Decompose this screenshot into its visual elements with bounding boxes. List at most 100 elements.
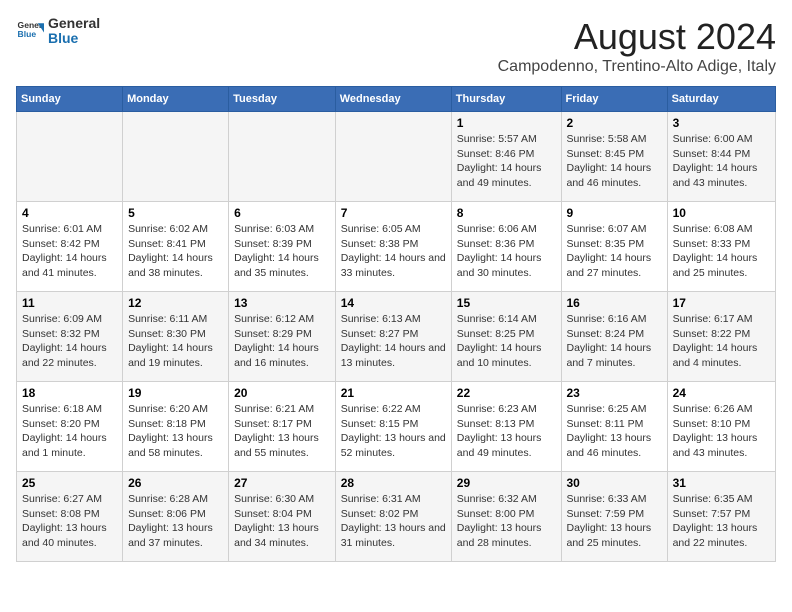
calendar-cell: 27 Sunrise: 6:30 AMSunset: 8:04 PMDayligh… <box>229 472 336 562</box>
logo: General Blue General Blue <box>16 16 100 47</box>
day-info: Sunrise: 6:32 AMSunset: 8:00 PMDaylight:… <box>457 492 556 551</box>
calendar-cell: 1Sunrise: 5:57 AMSunset: 8:46 PMDaylight… <box>451 112 561 202</box>
day-info: Sunrise: 6:12 AMSunset: 8:29 PMDaylight:… <box>234 312 330 371</box>
day-info: Sunrise: 6:08 AMSunset: 8:33 PMDaylight:… <box>673 222 770 281</box>
day-number: 4 <box>22 206 117 220</box>
day-number: 20 <box>234 386 330 400</box>
day-info: Sunrise: 6:02 AMSunset: 8:41 PMDaylight:… <box>128 222 223 281</box>
header-saturday: Saturday <box>667 87 775 112</box>
calendar-header: Sunday Monday Tuesday Wednesday Thursday… <box>17 87 776 112</box>
title-section: August 2024 Campodenno, Trentino-Alto Ad… <box>498 16 776 76</box>
day-number: 21 <box>341 386 446 400</box>
day-info: Sunrise: 6:00 AMSunset: 8:44 PMDaylight:… <box>673 132 770 191</box>
day-number: 9 <box>567 206 662 220</box>
day-info: Sunrise: 6:09 AMSunset: 8:32 PMDaylight:… <box>22 312 117 371</box>
day-number: 18 <box>22 386 117 400</box>
header-tuesday: Tuesday <box>229 87 336 112</box>
day-info: Sunrise: 6:13 AMSunset: 8:27 PMDaylight:… <box>341 312 446 371</box>
calendar-body: 1Sunrise: 5:57 AMSunset: 8:46 PMDaylight… <box>17 112 776 562</box>
logo-blue: Blue <box>48 31 100 46</box>
day-info: Sunrise: 6:28 AMSunset: 8:06 PMDaylight:… <box>128 492 223 551</box>
logo-text: General Blue <box>48 16 100 47</box>
day-info: Sunrise: 5:57 AMSunset: 8:46 PMDaylight:… <box>457 132 556 191</box>
header-thursday: Thursday <box>451 87 561 112</box>
day-info: Sunrise: 6:17 AMSunset: 8:22 PMDaylight:… <box>673 312 770 371</box>
calendar-cell: 10 Sunrise: 6:08 AMSunset: 8:33 PMDayligh… <box>667 202 775 292</box>
day-info: Sunrise: 6:30 AMSunset: 8:04 PMDaylight:… <box>234 492 330 551</box>
week-row-3: 11Sunrise: 6:09 AMSunset: 8:32 PMDayligh… <box>17 292 776 382</box>
day-info: Sunrise: 6:06 AMSunset: 8:36 PMDaylight:… <box>457 222 556 281</box>
calendar-cell: 24 Sunrise: 6:26 AMSunset: 8:10 PMDayligh… <box>667 382 775 472</box>
calendar-cell: 5 Sunrise: 6:02 AMSunset: 8:41 PMDaylight… <box>123 202 229 292</box>
calendar-cell: 7Sunrise: 6:05 AMSunset: 8:38 PMDaylight… <box>335 202 451 292</box>
calendar-table: Sunday Monday Tuesday Wednesday Thursday… <box>16 86 776 562</box>
calendar-cell: 9Sunrise: 6:07 AMSunset: 8:35 PMDaylight… <box>561 202 667 292</box>
calendar-cell <box>229 112 336 202</box>
day-number: 29 <box>457 476 556 490</box>
svg-text:Blue: Blue <box>18 30 37 40</box>
day-info: Sunrise: 6:35 AMSunset: 7:57 PMDaylight:… <box>673 492 770 551</box>
calendar-cell: 8 Sunrise: 6:06 AMSunset: 8:36 PMDaylight… <box>451 202 561 292</box>
day-info: Sunrise: 6:20 AMSunset: 8:18 PMDaylight:… <box>128 402 223 461</box>
day-number: 10 <box>673 206 770 220</box>
day-number: 30 <box>567 476 662 490</box>
header-monday: Monday <box>123 87 229 112</box>
day-number: 5 <box>128 206 223 220</box>
calendar-cell: 17Sunrise: 6:17 AMSunset: 8:22 PMDayligh… <box>667 292 775 382</box>
day-number: 12 <box>128 296 223 310</box>
day-number: 28 <box>341 476 446 490</box>
calendar-cell: 18 Sunrise: 6:18 AMSunset: 8:20 PMDayligh… <box>17 382 123 472</box>
day-number: 24 <box>673 386 770 400</box>
day-number: 15 <box>457 296 556 310</box>
day-info: Sunrise: 5:58 AMSunset: 8:45 PMDaylight:… <box>567 132 662 191</box>
calendar-cell <box>335 112 451 202</box>
day-number: 26 <box>128 476 223 490</box>
day-info: Sunrise: 6:16 AMSunset: 8:24 PMDaylight:… <box>567 312 662 371</box>
day-info: Sunrise: 6:14 AMSunset: 8:25 PMDaylight:… <box>457 312 556 371</box>
day-number: 8 <box>457 206 556 220</box>
day-number: 2 <box>567 116 662 130</box>
calendar-cell: 2 Sunrise: 5:58 AMSunset: 8:45 PMDaylight… <box>561 112 667 202</box>
day-number: 27 <box>234 476 330 490</box>
day-info: Sunrise: 6:31 AMSunset: 8:02 PMDaylight:… <box>341 492 446 551</box>
header-row: Sunday Monday Tuesday Wednesday Thursday… <box>17 87 776 112</box>
calendar-cell: 23 Sunrise: 6:25 AMSunset: 8:11 PMDayligh… <box>561 382 667 472</box>
day-info: Sunrise: 6:26 AMSunset: 8:10 PMDaylight:… <box>673 402 770 461</box>
calendar-cell: 25 Sunrise: 6:27 AMSunset: 8:08 PMDayligh… <box>17 472 123 562</box>
day-info: Sunrise: 6:27 AMSunset: 8:08 PMDaylight:… <box>22 492 117 551</box>
day-number: 3 <box>673 116 770 130</box>
calendar-cell <box>123 112 229 202</box>
day-info: Sunrise: 6:18 AMSunset: 8:20 PMDaylight:… <box>22 402 117 461</box>
week-row-1: 1Sunrise: 5:57 AMSunset: 8:46 PMDaylight… <box>17 112 776 202</box>
day-number: 16 <box>567 296 662 310</box>
calendar-cell: 12 Sunrise: 6:11 AMSunset: 8:30 PMDayligh… <box>123 292 229 382</box>
day-number: 25 <box>22 476 117 490</box>
day-info: Sunrise: 6:11 AMSunset: 8:30 PMDaylight:… <box>128 312 223 371</box>
day-info: Sunrise: 6:25 AMSunset: 8:11 PMDaylight:… <box>567 402 662 461</box>
calendar-cell: 16 Sunrise: 6:16 AMSunset: 8:24 PMDayligh… <box>561 292 667 382</box>
day-info: Sunrise: 6:21 AMSunset: 8:17 PMDaylight:… <box>234 402 330 461</box>
day-number: 31 <box>673 476 770 490</box>
calendar-cell: 28 Sunrise: 6:31 AMSunset: 8:02 PMDayligh… <box>335 472 451 562</box>
calendar-cell: 14Sunrise: 6:13 AMSunset: 8:27 PMDayligh… <box>335 292 451 382</box>
calendar-cell: 21Sunrise: 6:22 AMSunset: 8:15 PMDayligh… <box>335 382 451 472</box>
logo-general: General <box>48 16 100 31</box>
day-number: 23 <box>567 386 662 400</box>
day-number: 22 <box>457 386 556 400</box>
day-number: 7 <box>341 206 446 220</box>
day-info: Sunrise: 6:03 AMSunset: 8:39 PMDaylight:… <box>234 222 330 281</box>
calendar-cell: 3 Sunrise: 6:00 AMSunset: 8:44 PMDaylight… <box>667 112 775 202</box>
calendar-cell <box>17 112 123 202</box>
week-row-4: 18 Sunrise: 6:18 AMSunset: 8:20 PMDayligh… <box>17 382 776 472</box>
calendar-cell: 22 Sunrise: 6:23 AMSunset: 8:13 PMDayligh… <box>451 382 561 472</box>
day-info: Sunrise: 6:23 AMSunset: 8:13 PMDaylight:… <box>457 402 556 461</box>
calendar-cell: 31 Sunrise: 6:35 AMSunset: 7:57 PMDayligh… <box>667 472 775 562</box>
logo-icon: General Blue <box>16 17 44 45</box>
day-number: 19 <box>128 386 223 400</box>
subtitle: Campodenno, Trentino-Alto Adige, Italy <box>498 58 776 76</box>
header-sunday: Sunday <box>17 87 123 112</box>
day-number: 13 <box>234 296 330 310</box>
header-friday: Friday <box>561 87 667 112</box>
calendar-cell: 15 Sunrise: 6:14 AMSunset: 8:25 PMDayligh… <box>451 292 561 382</box>
day-info: Sunrise: 6:01 AMSunset: 8:42 PMDaylight:… <box>22 222 117 281</box>
